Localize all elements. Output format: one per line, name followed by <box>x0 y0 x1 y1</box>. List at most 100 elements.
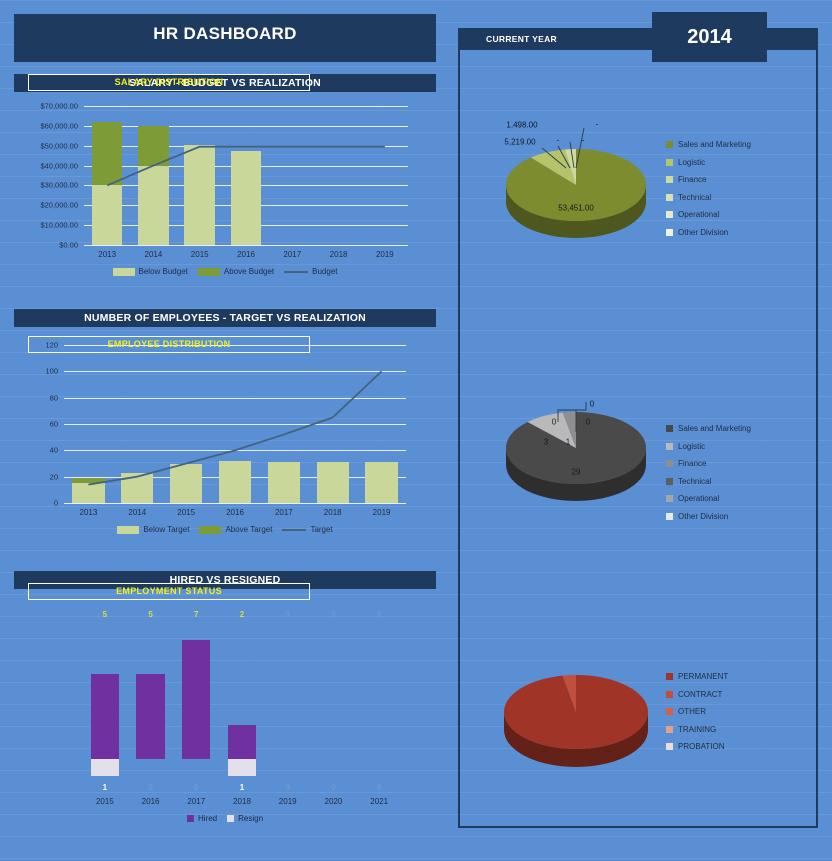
hired-resigned-chart[interactable]: 5 1 2015 5 0 2016 7 0 2017 2 1 2018 0 0 2019 0 0 2020 0 0 20… <box>14 589 436 823</box>
bar-resign[interactable] <box>90 759 119 776</box>
legend-swatch <box>666 425 673 432</box>
gridline <box>64 397 406 399</box>
legend-item[interactable]: Finance <box>666 175 751 184</box>
legend-label: PROBATION <box>678 742 725 751</box>
x-axis-label: 2015 <box>177 508 196 517</box>
pie-graphic <box>504 675 648 767</box>
legend-item[interactable]: Other Division <box>666 228 751 237</box>
x-axis-label: 2019 <box>375 250 394 259</box>
legend-item-line-label: Budget <box>312 267 338 276</box>
legend-item[interactable]: Sales and Marketing <box>666 424 751 433</box>
legend-item[interactable]: Logistic <box>666 442 751 451</box>
bar-below[interactable] <box>72 483 105 503</box>
bar-below[interactable] <box>121 472 154 503</box>
bar-hired[interactable] <box>90 674 119 759</box>
y-axis-label: $10,000.00 <box>40 220 78 230</box>
legend-swatch <box>666 193 673 201</box>
y-axis-label: $0.00 <box>59 240 78 250</box>
bar-below[interactable] <box>218 460 252 503</box>
legend-swatch-below <box>112 267 135 276</box>
salary-distribution-pie[interactable]: 53,451.00 5,219.00 1,498.00- - - Sales and Ma… <box>458 100 818 260</box>
dashboard-root: HR DASHBOARD SALARY - BUDGET VS REALIZAT… <box>0 0 832 861</box>
bar-above[interactable] <box>138 125 169 166</box>
resign-value-label: 1 <box>239 783 245 792</box>
chart-legend: Below Budget Above Budget Budget <box>14 267 436 276</box>
bar-below[interactable] <box>170 463 203 503</box>
bar-above[interactable] <box>91 121 123 186</box>
pie-value-label: 5,219.00 <box>504 137 536 147</box>
x-axis-label: 2019 <box>372 508 391 517</box>
hired-value-label: 5 <box>148 610 153 619</box>
legend-item[interactable]: Sales and Marketing <box>666 140 751 149</box>
legend-label: TRAINING <box>678 724 717 734</box>
legend-item[interactable]: CONTRACT <box>666 690 728 699</box>
legend-item-hired: Hired <box>186 814 217 823</box>
x-axis-label: 2015 <box>95 797 114 806</box>
bar-below[interactable] <box>230 150 262 245</box>
legend-item-above-label: Above Target <box>225 525 273 534</box>
legend-item[interactable]: Operational <box>666 494 751 503</box>
employees-target-chart[interactable]: 0 20 40 60 80 100 120 2013 2014 2015 2016 2017 2018 2… <box>14 327 436 549</box>
legend-item[interactable]: PROBATION <box>666 742 728 751</box>
legend-label: Other Division <box>678 511 729 521</box>
legend-swatch <box>666 512 673 520</box>
legend-swatch <box>666 673 673 680</box>
resign-value-label: 0 <box>376 783 382 792</box>
bar-below[interactable] <box>267 462 300 503</box>
legend-item[interactable]: OTHER <box>666 707 728 716</box>
x-axis-label: 2014 <box>144 250 163 259</box>
bar-below[interactable] <box>91 185 123 245</box>
salary-budget-chart[interactable]: $0.00 $10,000.00 $20,000.00 $30,000.00 $40,0… <box>14 92 436 287</box>
legend-item-above: Above Budget <box>197 267 274 276</box>
legend-item-resign: Resign <box>227 814 263 823</box>
y-axis-label: 20 <box>49 472 58 482</box>
bar-resign[interactable] <box>227 759 257 776</box>
pie-value-label: 0 <box>551 417 557 427</box>
legend-item[interactable]: Operational <box>666 210 751 219</box>
legend-swatch <box>666 743 673 750</box>
legend-item[interactable]: Technical <box>666 193 751 202</box>
bar-hired[interactable] <box>136 674 165 759</box>
legend-label: PERMANENT <box>678 672 729 681</box>
bar-below[interactable] <box>316 462 349 503</box>
legend-swatch <box>666 708 673 715</box>
legend-item-above: Above Target <box>199 525 272 534</box>
legend-item[interactable]: Other Division <box>666 512 751 521</box>
bar-below[interactable] <box>365 462 398 503</box>
gridline <box>84 106 408 107</box>
legend-swatch <box>666 211 673 218</box>
bar-above[interactable] <box>72 477 105 484</box>
hired-value-label: 0 <box>376 610 382 619</box>
employee-distribution-pie[interactable]: 29 3 1 0 0 0 Sales and Marketing Logistic Financ… <box>458 360 818 525</box>
employee-distribution-title: EMPLOYEE DISTRIBUTION <box>28 336 310 353</box>
x-axis-label: 2018 <box>323 508 342 517</box>
pie-value-label: 29 <box>571 467 581 477</box>
pie-value-label: 0 <box>589 399 595 409</box>
pie-value-label: 1 <box>565 437 571 447</box>
left-column: HR DASHBOARD SALARY - BUDGET VS REALIZAT… <box>14 14 436 823</box>
y-axis-label: $50,000.00 <box>40 141 78 151</box>
y-axis-label: 80 <box>49 393 58 403</box>
employment-status-pie[interactable]: PERMANENT CONTRACT OTHER TRAINING PROBATION <box>458 640 818 790</box>
bar-below[interactable] <box>184 144 215 245</box>
bar-hired[interactable] <box>227 725 257 759</box>
bar-hired[interactable] <box>182 640 211 759</box>
y-axis-label: 100 <box>45 366 58 376</box>
y-axis-label: $70,000.00 <box>40 101 78 111</box>
resign-value-label: 0 <box>148 783 153 792</box>
current-year-value[interactable]: 2014 <box>652 12 767 62</box>
legend-item[interactable]: Logistic <box>666 158 751 167</box>
bar-below[interactable] <box>138 165 169 245</box>
legend-item[interactable]: PERMANENT <box>666 672 728 681</box>
pie-value-label: 0 <box>585 417 591 427</box>
legend-item[interactable]: Technical <box>666 477 751 486</box>
legend-label: CONTRACT <box>678 689 723 699</box>
legend-label: Technical <box>678 476 712 486</box>
legend-item[interactable]: Finance <box>666 459 751 468</box>
x-axis-label: 2018 <box>329 250 348 259</box>
legend-item[interactable]: TRAINING <box>666 725 728 734</box>
legend-swatch <box>666 725 673 733</box>
x-axis-label: 2016 <box>226 508 244 517</box>
gridline <box>84 245 408 246</box>
legend-label: OTHER <box>678 707 706 716</box>
